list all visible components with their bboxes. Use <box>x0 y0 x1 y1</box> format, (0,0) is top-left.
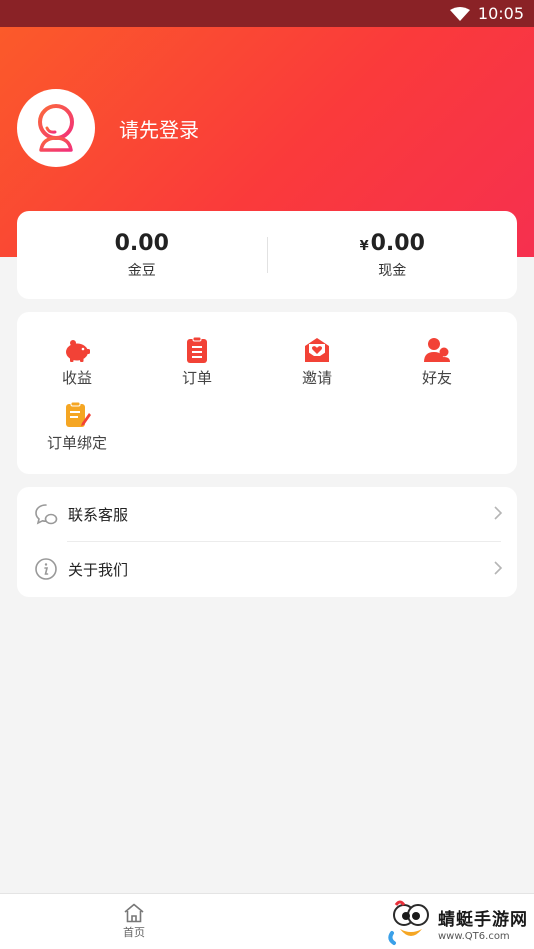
friends-icon <box>424 338 450 362</box>
chevron-right-icon <box>494 561 503 575</box>
home-icon <box>124 903 144 923</box>
default-avatar-icon <box>38 104 74 152</box>
feature-menu-card: 收益 订单 邀请 好友 订单绑定 <box>17 312 517 474</box>
list-item-about-us[interactable]: 关于我们 <box>17 542 517 596</box>
list-item-customer-service[interactable]: 联系客服 <box>17 487 517 541</box>
settings-list-card: 联系客服 关于我们 <box>17 487 517 597</box>
cash-value: ¥0.00 <box>359 230 425 256</box>
envelope-heart-icon <box>305 338 329 362</box>
balance-card: 0.00 金豆 ¥0.00 现金 <box>17 211 517 299</box>
status-bar: 10:05 <box>0 0 534 27</box>
piggy-bank-icon <box>66 340 90 362</box>
chat-bubble-icon <box>35 504 58 525</box>
menu-label: 订单 <box>181 369 212 387</box>
status-time: 10:05 <box>477 4 524 23</box>
menu-item-invite[interactable]: 邀请 <box>257 336 377 401</box>
cash-label: 现金 <box>378 262 407 279</box>
list-label: 关于我们 <box>68 560 129 579</box>
dragonfly-logo-icon <box>388 900 429 945</box>
menu-label: 邀请 <box>301 369 332 387</box>
menu-label: 好友 <box>421 369 452 387</box>
login-prompt[interactable]: 请先登录 <box>119 114 199 143</box>
avatar[interactable] <box>17 89 95 167</box>
tab-home[interactable]: 首页 <box>118 903 150 940</box>
tab-home-label: 首页 <box>123 926 145 939</box>
chevron-right-icon <box>494 506 503 520</box>
watermark-url: www.QT6.com <box>438 931 510 942</box>
gold-bean-balance[interactable]: 0.00 金豆 <box>17 231 267 280</box>
currency-symbol: ¥ <box>359 238 369 254</box>
menu-item-earnings[interactable]: 收益 <box>17 336 137 401</box>
menu-item-order-binding[interactable]: 订单绑定 <box>17 401 137 466</box>
info-icon <box>35 558 57 580</box>
wifi-icon <box>449 6 470 21</box>
menu-item-orders[interactable]: 订单 <box>137 336 257 401</box>
menu-item-friends[interactable]: 好友 <box>377 336 497 401</box>
profile-section[interactable]: 请先登录 <box>17 89 199 167</box>
gold-bean-value: 0.00 <box>114 230 169 256</box>
list-label: 联系客服 <box>68 505 129 524</box>
order-bind-icon <box>66 401 91 427</box>
cash-balance[interactable]: ¥0.00 现金 <box>268 231 518 280</box>
watermark-title: 蜻蜓手游网 <box>438 910 528 930</box>
menu-label: 订单绑定 <box>46 434 107 452</box>
clipboard-icon <box>187 336 207 363</box>
gold-bean-label: 金豆 <box>127 262 156 279</box>
menu-label: 收益 <box>61 369 92 387</box>
watermark: 蜻蜓手游网 www.QT6.com <box>386 898 534 949</box>
